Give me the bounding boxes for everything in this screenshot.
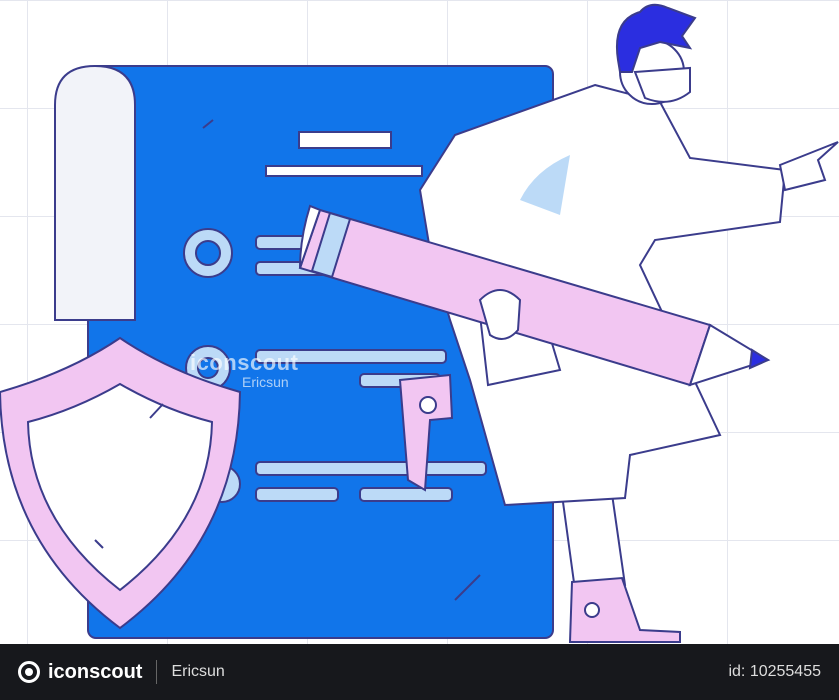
watermark-author: Ericsun <box>242 374 289 390</box>
illustration <box>0 3 839 643</box>
footer-divider <box>156 660 158 684</box>
watermark: iconscout Ericsun <box>190 350 298 390</box>
footer-brand[interactable]: iconscout <box>48 661 142 684</box>
watermark-brand: iconscout <box>190 350 299 375</box>
footer-bar: iconscout Ericsun id: 10255455 <box>0 644 839 700</box>
iconscout-logo-icon <box>18 661 40 683</box>
footer-asset-id: id: 10255455 <box>728 663 821 680</box>
footer-author[interactable]: Ericsun <box>171 663 224 681</box>
